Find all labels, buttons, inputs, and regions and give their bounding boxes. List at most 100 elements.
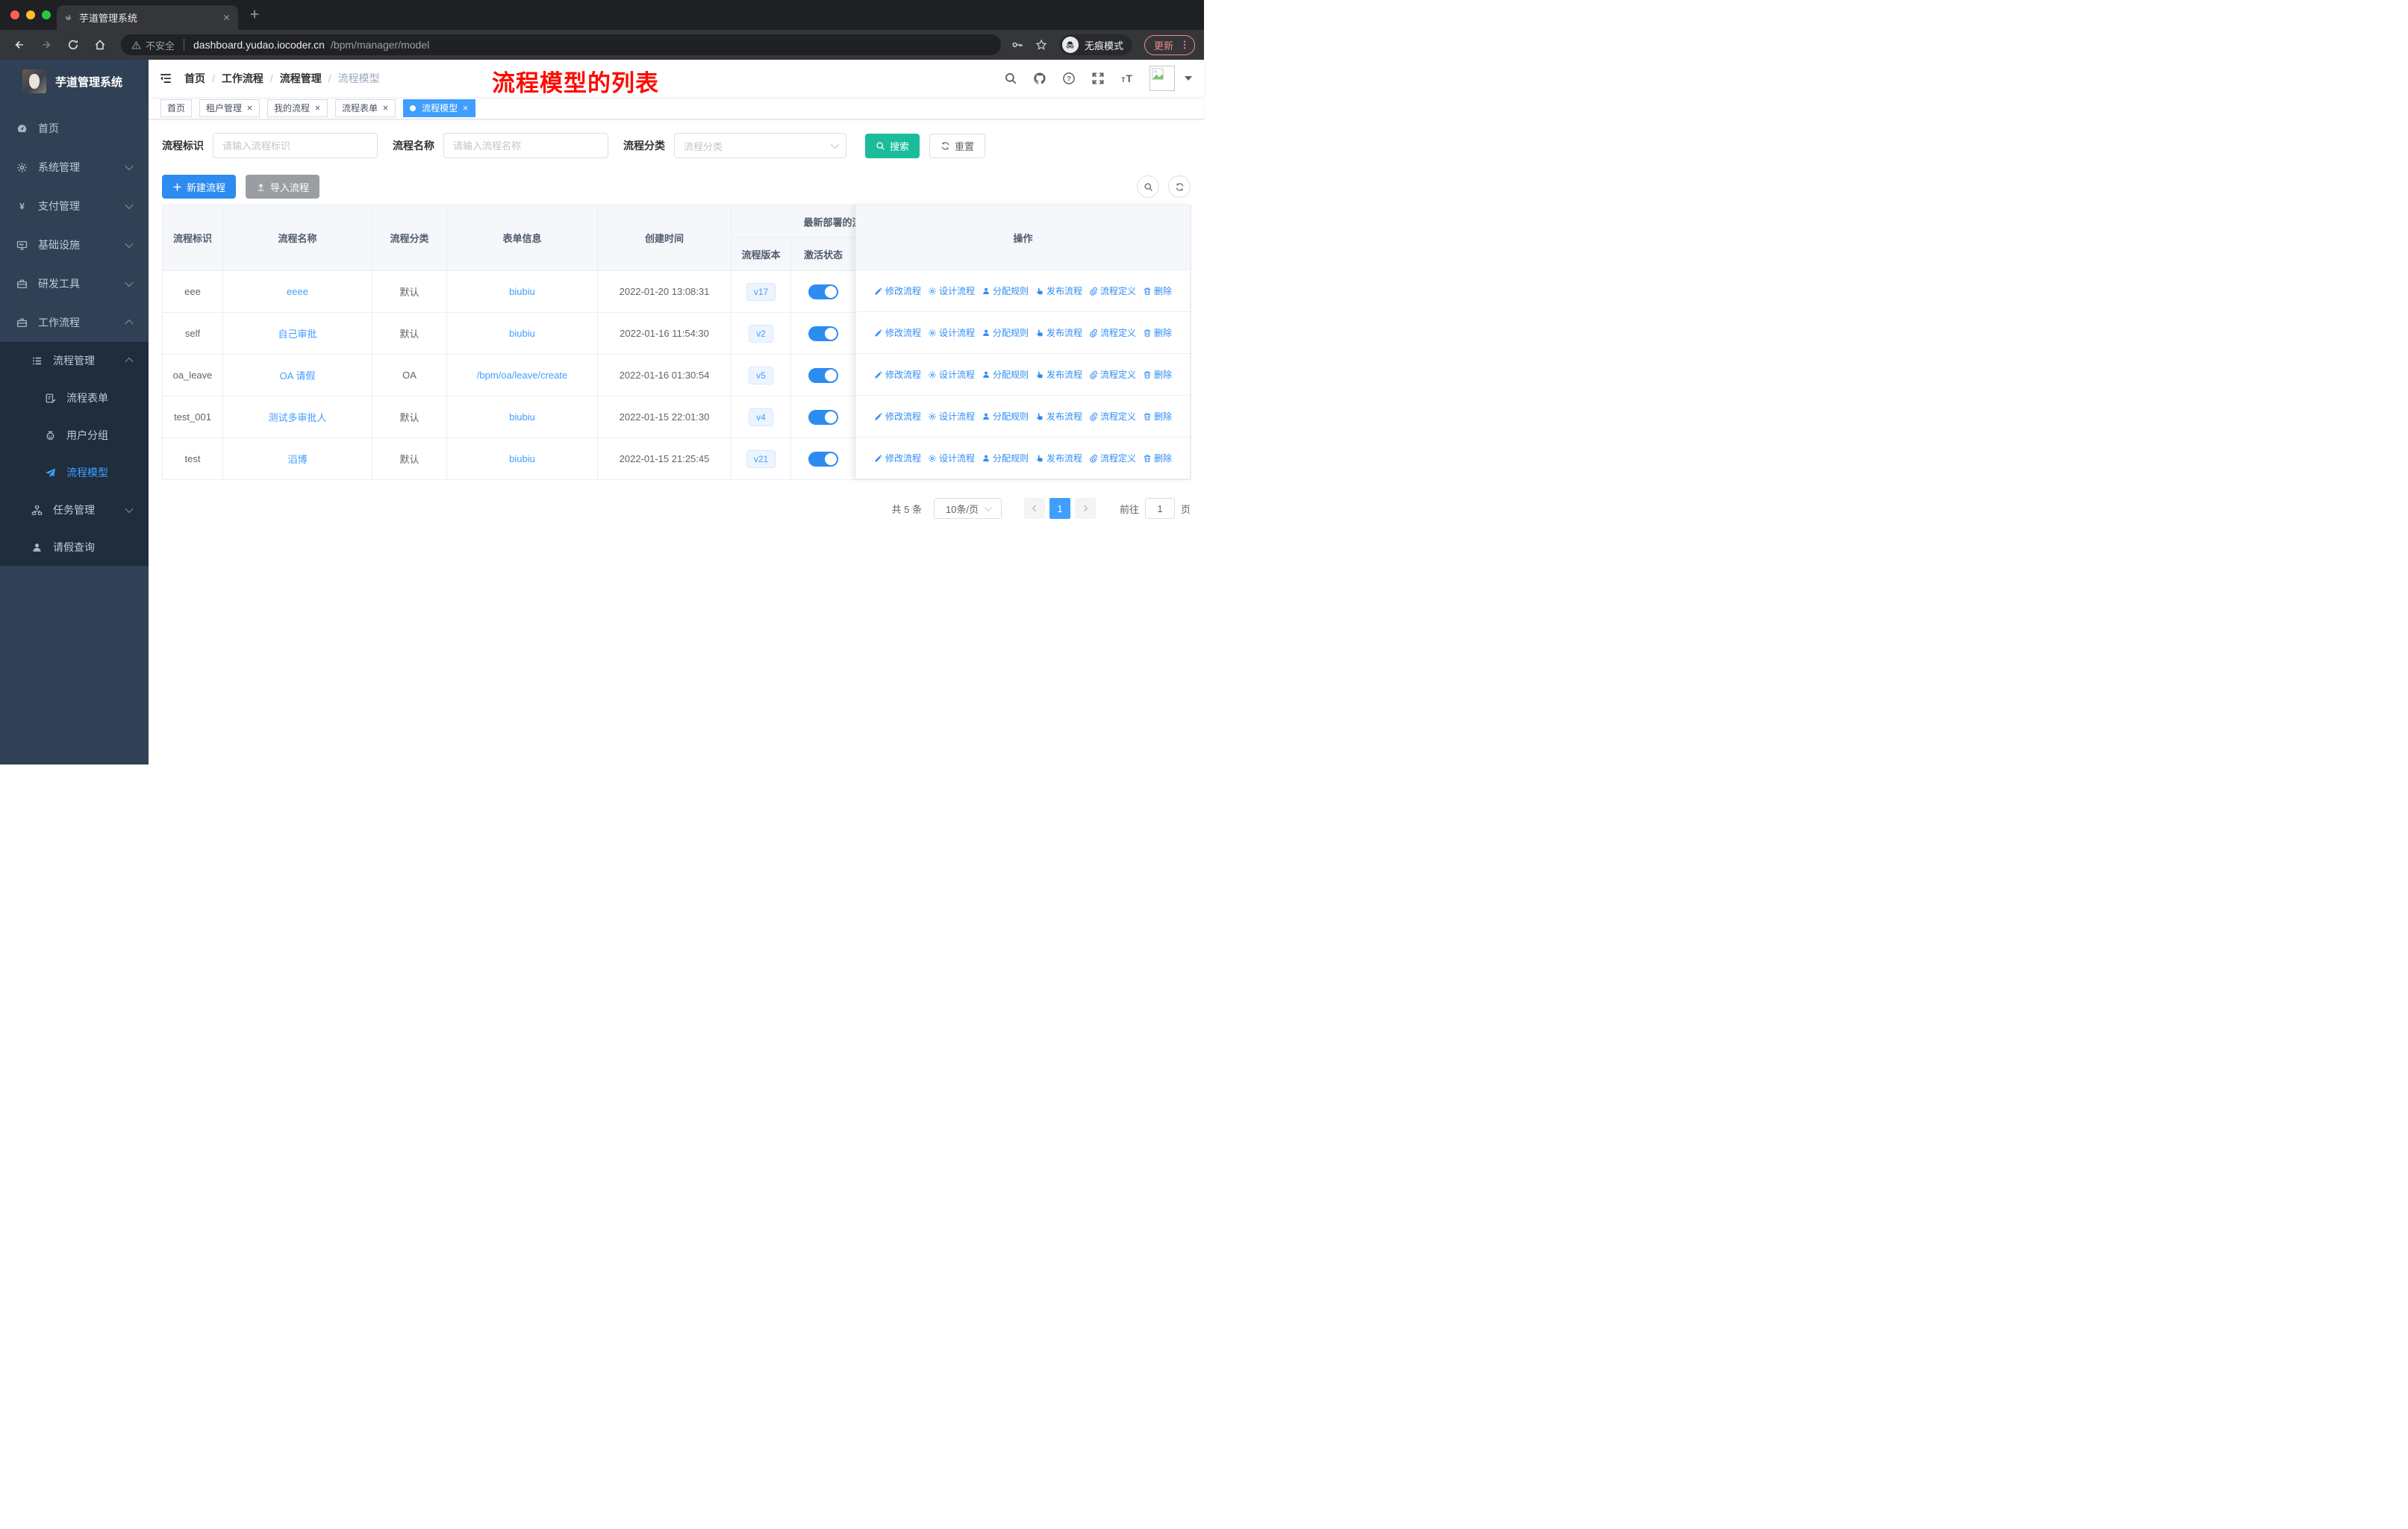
- sidebar-logo[interactable]: 芋道管理系统: [0, 60, 149, 103]
- view-tag[interactable]: 我的流程: [267, 99, 328, 117]
- prev-page-button[interactable]: [1023, 498, 1045, 519]
- breadcrumb-item[interactable]: 流程管理: [280, 71, 322, 86]
- home-button[interactable]: [90, 34, 110, 55]
- font-size-icon[interactable]: TT: [1120, 72, 1134, 85]
- help-icon[interactable]: ?: [1062, 72, 1076, 85]
- view-tag[interactable]: 租户管理: [199, 99, 261, 117]
- search-icon[interactable]: [1004, 72, 1017, 85]
- form-info-link[interactable]: biubiu: [509, 453, 535, 464]
- version-badge[interactable]: v2: [749, 324, 773, 343]
- view-tag-label[interactable]: 流程模型: [422, 102, 458, 114]
- sidebar-menu-item[interactable]: 用户分组: [0, 417, 149, 454]
- next-page-button[interactable]: [1074, 498, 1096, 519]
- sidebar-menu-item[interactable]: 流程表单: [0, 379, 149, 417]
- tag-close-icon[interactable]: [382, 105, 389, 111]
- view-tag-label[interactable]: 我的流程: [274, 102, 310, 114]
- view-tag[interactable]: 流程模型: [403, 99, 476, 117]
- back-button[interactable]: [9, 34, 30, 55]
- filter-name-input[interactable]: [443, 133, 608, 158]
- process-name-link[interactable]: 滔博: [287, 454, 307, 465]
- browser-tab[interactable]: 芋道管理系统: [57, 5, 238, 30]
- sidebar-menu-item[interactable]: 基础设施: [0, 225, 149, 264]
- github-icon[interactable]: [1033, 72, 1047, 85]
- operation-link[interactable]: 修改流程: [874, 326, 921, 339]
- refresh-table-button[interactable]: [1168, 175, 1191, 198]
- minimize-window-button[interactable]: [26, 10, 35, 19]
- version-badge[interactable]: v17: [746, 282, 776, 301]
- form-info-link[interactable]: biubiu: [509, 411, 535, 423]
- view-tag[interactable]: 首页: [160, 99, 193, 117]
- update-label[interactable]: 更新: [1154, 38, 1173, 52]
- operation-link[interactable]: 设计流程: [928, 368, 975, 381]
- operation-link[interactable]: 删除: [1143, 284, 1172, 297]
- version-badge[interactable]: v21: [746, 449, 776, 468]
- operation-link[interactable]: 设计流程: [928, 410, 975, 423]
- sidebar-menu-item[interactable]: 系统管理: [0, 148, 149, 187]
- reset-button[interactable]: 重置: [929, 133, 986, 158]
- sidebar-menu-item[interactable]: 工作流程: [0, 303, 149, 342]
- tag-close-icon[interactable]: [246, 105, 253, 111]
- security-label[interactable]: 不安全: [146, 38, 175, 52]
- goto-page-input[interactable]: [1144, 498, 1175, 519]
- browser-menu-dots-icon[interactable]: [1179, 40, 1190, 50]
- sidebar-menu-item[interactable]: 流程模型: [0, 454, 149, 491]
- import-process-button[interactable]: 导入流程: [246, 175, 320, 199]
- page-number-button[interactable]: 1: [1049, 498, 1070, 519]
- operation-link[interactable]: 设计流程: [928, 284, 975, 297]
- breadcrumb-item[interactable]: 工作流程: [222, 71, 263, 86]
- operation-link[interactable]: 删除: [1143, 452, 1172, 464]
- operation-link[interactable]: 分配规则: [982, 284, 1029, 297]
- operation-link[interactable]: 修改流程: [874, 410, 921, 423]
- avatar-caret-down-icon[interactable]: [1185, 76, 1192, 81]
- create-process-button[interactable]: 新建流程: [162, 175, 237, 199]
- browser-update-button[interactable]: 更新: [1144, 34, 1195, 55]
- operation-link[interactable]: 流程定义: [1089, 452, 1136, 464]
- reload-button[interactable]: [63, 34, 84, 55]
- sidebar-menu-item[interactable]: ¥ 支付管理: [0, 187, 149, 225]
- window-controls[interactable]: [10, 10, 51, 19]
- password-key-icon[interactable]: [1011, 39, 1023, 51]
- operation-link[interactable]: 流程定义: [1089, 284, 1136, 297]
- operation-link[interactable]: 发布流程: [1035, 326, 1082, 339]
- form-info-link[interactable]: /bpm/oa/leave/create: [477, 370, 567, 381]
- operation-link[interactable]: 流程定义: [1089, 326, 1136, 339]
- operation-link[interactable]: 流程定义: [1089, 410, 1136, 423]
- operation-link[interactable]: 设计流程: [928, 452, 975, 464]
- operation-link[interactable]: 分配规则: [982, 326, 1029, 339]
- process-name-link[interactable]: 自己审批: [278, 328, 316, 340]
- operation-link[interactable]: 分配规则: [982, 452, 1029, 464]
- bookmark-star-icon[interactable]: [1035, 39, 1047, 51]
- view-tag-label[interactable]: 租户管理: [206, 102, 242, 114]
- operation-link[interactable]: 分配规则: [982, 368, 1029, 381]
- operation-link[interactable]: 发布流程: [1035, 410, 1082, 423]
- operation-link[interactable]: 删除: [1143, 410, 1172, 423]
- user-avatar[interactable]: [1150, 66, 1175, 91]
- breadcrumb-item[interactable]: 首页: [184, 71, 205, 86]
- view-tag-label[interactable]: 流程表单: [342, 102, 378, 114]
- operation-link[interactable]: 发布流程: [1035, 452, 1082, 464]
- tag-close-icon[interactable]: [314, 105, 321, 111]
- view-tag-label[interactable]: 首页: [167, 102, 185, 114]
- process-name-link[interactable]: OA 请假: [280, 370, 316, 382]
- tag-close-icon[interactable]: [462, 105, 469, 111]
- active-toggle[interactable]: [808, 367, 838, 383]
- maximize-window-button[interactable]: [42, 10, 51, 19]
- operation-link[interactable]: 修改流程: [874, 368, 921, 381]
- active-toggle[interactable]: [808, 451, 838, 467]
- operation-link[interactable]: 设计流程: [928, 326, 975, 339]
- active-toggle[interactable]: [808, 326, 838, 341]
- sidebar-menu-item[interactable]: 请假查询: [0, 529, 149, 566]
- search-button[interactable]: 搜索: [865, 133, 920, 158]
- operation-link[interactable]: 发布流程: [1035, 284, 1082, 297]
- close-window-button[interactable]: [10, 10, 19, 19]
- forward-button[interactable]: [36, 34, 57, 55]
- version-badge[interactable]: v5: [749, 366, 773, 384]
- process-name-link[interactable]: eeee: [287, 286, 308, 297]
- sidebar-menu-item[interactable]: 研发工具: [0, 264, 149, 303]
- operation-link[interactable]: 删除: [1143, 326, 1172, 339]
- page-size-select[interactable]: 10条/页: [933, 498, 1002, 519]
- operation-link[interactable]: 修改流程: [874, 452, 921, 464]
- sidebar-collapse-icon[interactable]: [159, 72, 172, 85]
- sidebar-menu-item[interactable]: 首页: [0, 109, 149, 148]
- tab-close-icon[interactable]: [222, 13, 231, 22]
